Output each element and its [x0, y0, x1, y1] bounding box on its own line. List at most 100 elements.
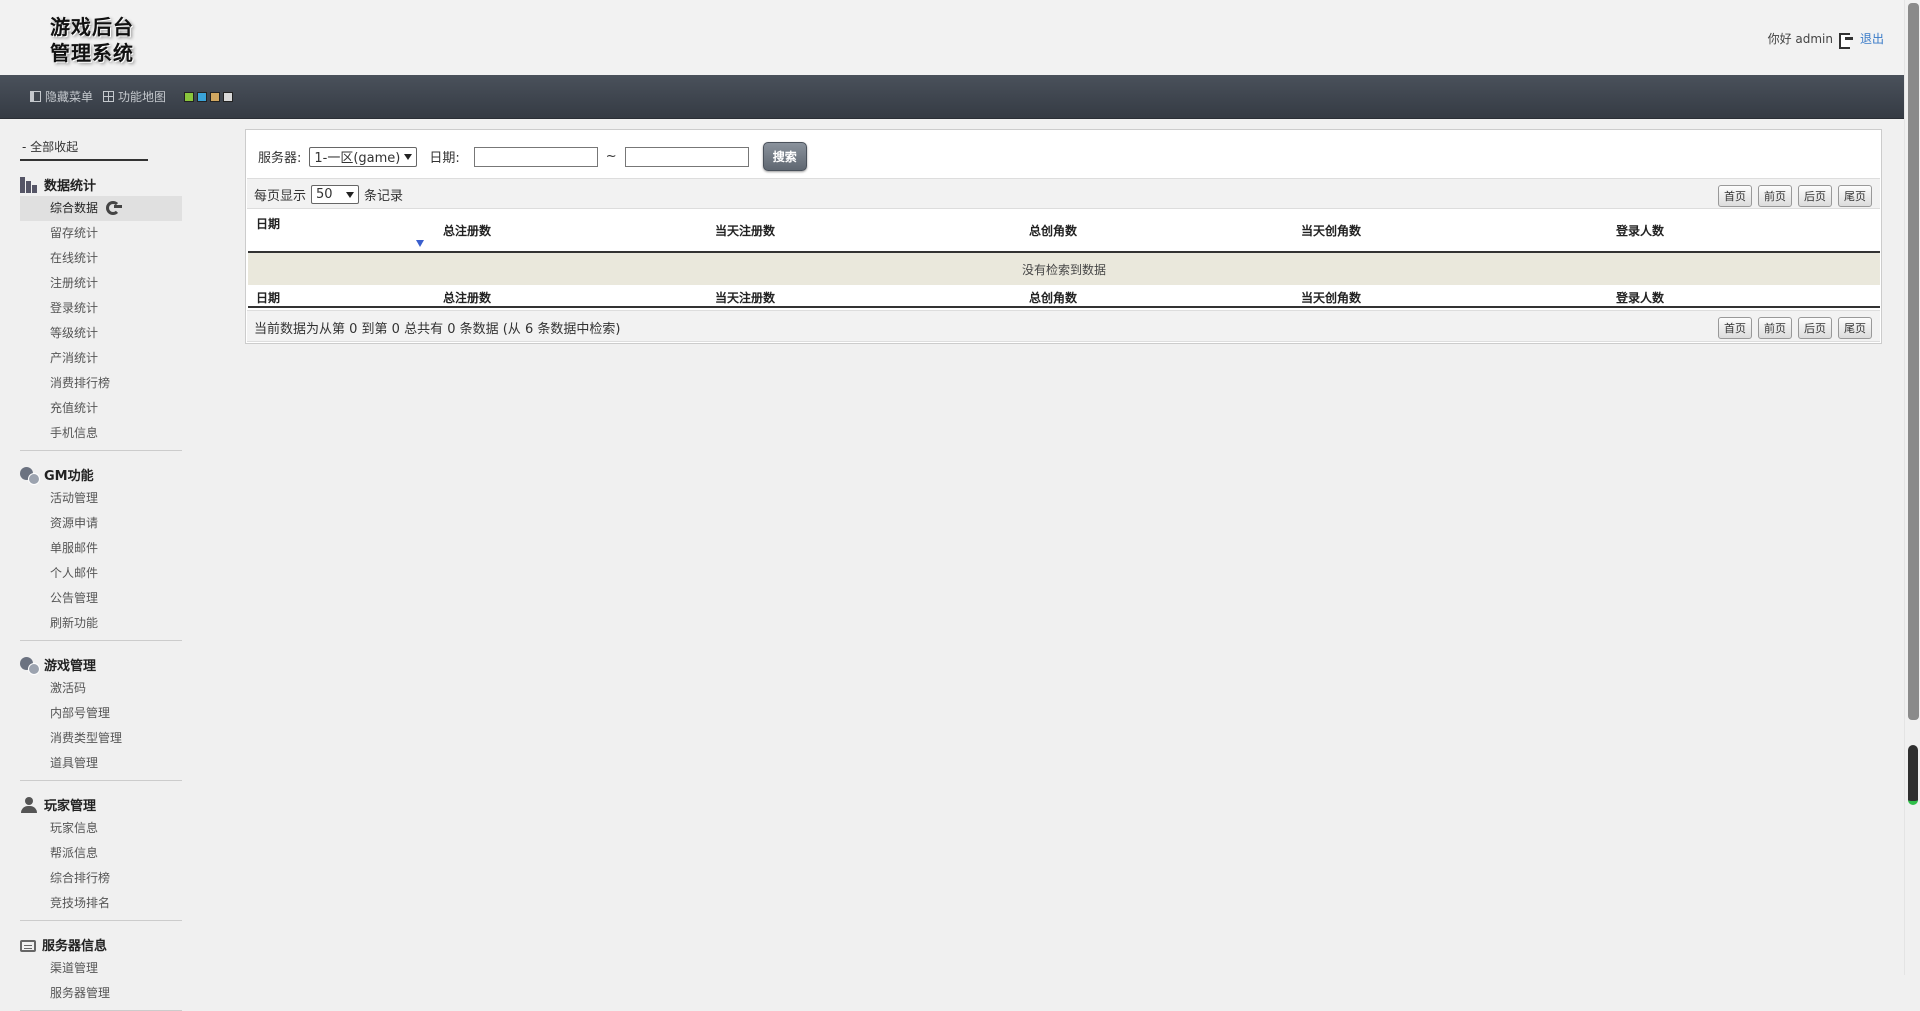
sidebar-item-server-manage[interactable]: 服务器管理 [20, 981, 182, 1006]
item-label: 综合数据 [50, 201, 99, 215]
page-size-suffix: 条记录 [364, 189, 404, 204]
logo: 游戏后台 管理系统 [50, 14, 150, 68]
group-player: 玩家管理 玩家信息 帮派信息 综合排行榜 竞技场排名 [20, 781, 182, 921]
column-header-daily-register[interactable]: 当天注册数 [707, 210, 1021, 253]
sidebar-item-level[interactable]: 等级统计 [20, 321, 182, 346]
table-header-row: 日期 总注册数 当天注册数 总创角数 当天创角数 登录人数 [248, 210, 1880, 253]
last-page-button[interactable]: 尾页 [1838, 185, 1872, 207]
sidebar-item-server-mail[interactable]: 单服邮件 [20, 536, 182, 561]
hide-menu-button[interactable]: 隐藏菜单 [30, 88, 93, 105]
logo-line-2: 管理系统 [50, 41, 134, 65]
page-size-select[interactable]: 50 [311, 185, 360, 204]
sidebar-item-player-info[interactable]: 玩家信息 [20, 816, 182, 841]
hide-menu-label: 隐藏菜单 [45, 90, 94, 104]
sidebar-item-register[interactable]: 注册统计 [20, 271, 182, 296]
chat-bubbles-icon [20, 466, 40, 485]
sidebar-item-login[interactable]: 登录统计 [20, 296, 182, 321]
server-icon [20, 939, 36, 952]
last-page-button[interactable]: 尾页 [1838, 317, 1872, 339]
group-label: 数据统计 [44, 179, 97, 194]
column-header-total-roles[interactable]: 总创角数 [1021, 210, 1293, 253]
sidebar-item-produce-consume[interactable]: 产消统计 [20, 346, 182, 371]
group-server: 服务器信息 渠道管理 服务器管理 [20, 921, 182, 1011]
column-header-date[interactable]: 日期 [248, 210, 435, 253]
logout-icon[interactable] [1838, 32, 1854, 49]
sidebar-item-arena-ranking[interactable]: 竞技场排名 [20, 891, 182, 916]
function-map-button[interactable]: 功能地图 [103, 88, 166, 105]
sidebar-item-spend-ranking[interactable]: 消费排行榜 [20, 371, 182, 396]
theme-swatch-tan[interactable] [210, 91, 221, 102]
sidebar-item-announcement[interactable]: 公告管理 [20, 586, 182, 611]
chevron-down-icon [346, 191, 355, 198]
pager-bottom: 首页 前页 后页 尾页 [1718, 317, 1872, 339]
theme-swatch-gray[interactable] [223, 91, 234, 102]
hide-menu-icon [30, 91, 41, 102]
footer-date: 日期 [248, 285, 435, 308]
column-header-total-register[interactable]: 总注册数 [435, 210, 707, 253]
sidebar: - 全部收起 数据统计 综合数据 留存统计 在线统计 注册统计 登录统计 等级统… [20, 130, 185, 1011]
group-title-server[interactable]: 服务器信息 [20, 921, 182, 956]
sidebar-item-personal-mail[interactable]: 个人邮件 [20, 561, 182, 586]
search-button[interactable]: 搜索 [762, 142, 807, 171]
group-title-game[interactable]: 游戏管理 [20, 641, 182, 676]
page-size-value: 50 [316, 187, 333, 202]
first-page-button[interactable]: 首页 [1718, 317, 1752, 339]
sidebar-item-internal-account[interactable]: 内部号管理 [20, 701, 182, 726]
prev-page-button[interactable]: 前页 [1758, 317, 1792, 339]
footer-daily-register: 当天注册数 [707, 285, 1021, 308]
footer-daily-roles: 当天创角数 [1293, 285, 1608, 308]
theme-swatch-green[interactable] [184, 91, 195, 102]
user-icon [20, 796, 38, 813]
sidebar-item-recharge[interactable]: 充值统计 [20, 396, 182, 421]
theme-swatch-blue[interactable] [197, 91, 208, 102]
column-header-daily-roles[interactable]: 当天创角数 [1293, 210, 1608, 253]
sidebar-item-channel[interactable]: 渠道管理 [20, 956, 182, 981]
group-label: 服务器信息 [42, 939, 108, 954]
prev-page-button[interactable]: 前页 [1758, 185, 1792, 207]
end-date-input[interactable] [624, 146, 749, 167]
filter-bar: 服务器: 1-一区(game) 日期: ~ 搜索 [258, 142, 807, 171]
server-label: 服务器: [258, 151, 302, 166]
pager-top: 首页 前页 后页 尾页 [1718, 185, 1872, 207]
table-row: 没有检索到数据 [248, 252, 1880, 285]
grid-icon [103, 91, 115, 102]
server-select[interactable]: 1-一区(game) [309, 146, 418, 167]
next-page-button[interactable]: 后页 [1798, 185, 1832, 207]
group-title-data-stats[interactable]: 数据统计 [20, 161, 182, 196]
main-panel: 服务器: 1-一区(game) 日期: ~ 搜索 每页显示 50 条记录 首页 … [245, 129, 1882, 344]
sidebar-item-overview[interactable]: 综合数据 [20, 196, 182, 221]
scrollbar-thumb[interactable] [1908, 3, 1919, 720]
refresh-icon[interactable] [106, 201, 123, 215]
collapse-all-link[interactable]: - 全部收起 [20, 130, 148, 161]
chat-bubbles-icon [20, 656, 40, 675]
column-header-login-count[interactable]: 登录人数 [1608, 210, 1880, 253]
server-select-value: 1-一区(game) [314, 151, 401, 166]
sidebar-item-resource-request[interactable]: 资源申请 [20, 511, 182, 536]
group-game: 游戏管理 激活码 内部号管理 消费类型管理 道具管理 [20, 641, 182, 781]
page-scrollbar[interactable] [1904, 0, 1920, 975]
logout-link[interactable]: 退出 [1860, 30, 1884, 47]
sidebar-item-guild-info[interactable]: 帮派信息 [20, 841, 182, 866]
sidebar-item-activation-code[interactable]: 激活码 [20, 676, 182, 701]
sidebar-item-online[interactable]: 在线统计 [20, 246, 182, 271]
table-footer-row: 日期 总注册数 当天注册数 总创角数 当天创角数 登录人数 [248, 285, 1880, 308]
footer-total-register: 总注册数 [435, 285, 707, 308]
sidebar-item-overall-ranking[interactable]: 综合排行榜 [20, 866, 182, 891]
footer-total-roles: 总创角数 [1021, 285, 1293, 308]
group-title-gm[interactable]: GM功能 [20, 451, 182, 486]
sidebar-item-retention[interactable]: 留存统计 [20, 221, 182, 246]
sidebar-item-refresh[interactable]: 刷新功能 [20, 611, 182, 636]
page-size-prefix: 每页显示 [254, 189, 307, 204]
sidebar-item-items[interactable]: 道具管理 [20, 751, 182, 776]
start-date-input[interactable] [473, 146, 598, 167]
first-page-button[interactable]: 首页 [1718, 185, 1752, 207]
sidebar-item-spend-type[interactable]: 消费类型管理 [20, 726, 182, 751]
theme-swatches [184, 91, 234, 102]
scrollbar-marker [1908, 745, 1918, 805]
group-data-stats: 数据统计 综合数据 留存统计 在线统计 注册统计 登录统计 等级统计 产消统计 … [20, 161, 182, 451]
next-page-button[interactable]: 后页 [1798, 317, 1832, 339]
sidebar-item-mobile-info[interactable]: 手机信息 [20, 421, 182, 446]
sidebar-item-activity[interactable]: 活动管理 [20, 486, 182, 511]
group-title-player[interactable]: 玩家管理 [20, 781, 182, 816]
group-gm: GM功能 活动管理 资源申请 单服邮件 个人邮件 公告管理 刷新功能 [20, 451, 182, 641]
